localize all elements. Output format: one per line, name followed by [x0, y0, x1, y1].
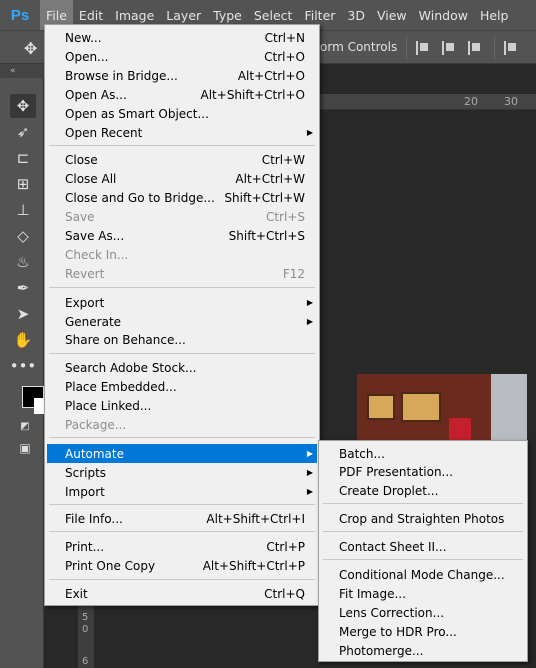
- horizontal-ruler: 20 30: [320, 94, 536, 110]
- menu-separator: [49, 504, 315, 505]
- align-top-icon[interactable]: [416, 41, 432, 55]
- file-menu-item-scripts[interactable]: Scripts ▶: [47, 463, 317, 482]
- automate-item-create-droplet[interactable]: Create Droplet...: [321, 481, 525, 500]
- image-window: [401, 392, 441, 422]
- submenu-arrow-icon: ▶: [306, 449, 313, 458]
- file-menu-item-save-as[interactable]: Save As... Shift+Ctrl+S: [47, 226, 317, 245]
- file-menu-item-close-all[interactable]: Close All Alt+Ctrl+W: [47, 169, 317, 188]
- more-tools-icon[interactable]: •••: [10, 354, 37, 378]
- file-menu-item-open[interactable]: Open... Ctrl+O: [47, 47, 317, 66]
- file-menu-item-save[interactable]: Save Ctrl+S: [47, 207, 317, 226]
- file-menu-item-browse-in-bridge[interactable]: Browse in Bridge... Alt+Ctrl+O: [47, 66, 317, 85]
- file-menu-item-package[interactable]: Package...: [47, 415, 317, 434]
- file-menu-item-search-adobe-stock[interactable]: Search Adobe Stock...: [47, 358, 317, 377]
- menu-3d[interactable]: 3D: [341, 0, 371, 30]
- align-bottom-icon[interactable]: [468, 41, 484, 55]
- automate-item-photomerge[interactable]: Photomerge...: [321, 641, 525, 660]
- automate-item-merge-to-hdr-pro[interactable]: Merge to HDR Pro...: [321, 622, 525, 641]
- eraser-tool-icon[interactable]: ◇: [10, 224, 36, 248]
- file-menu-item-open-recent[interactable]: Open Recent ▶: [47, 123, 317, 142]
- file-menu-item-revert[interactable]: Revert F12: [47, 264, 317, 283]
- show-transform-controls-label[interactable]: orm Controls: [320, 40, 397, 54]
- ruler-tick-label: 20: [464, 95, 478, 108]
- file-menu-item-open-as-smart-object[interactable]: Open as Smart Object...: [47, 104, 317, 123]
- file-menu-item-automate[interactable]: Automate ▶: [47, 444, 317, 463]
- submenu-arrow-icon: ▶: [306, 298, 313, 307]
- menu-window[interactable]: Window: [413, 0, 474, 30]
- file-menu-item-file-info[interactable]: File Info... Alt+Shift+Ctrl+I: [47, 509, 317, 528]
- pen-tool-icon[interactable]: ✒: [10, 276, 36, 300]
- file-menu-item-place-linked[interactable]: Place Linked...: [47, 396, 317, 415]
- ruler-tick-label: 0: [82, 624, 89, 635]
- image-window: [367, 394, 395, 420]
- move-tool-preset-icon[interactable]: ✥: [24, 39, 37, 58]
- ruler-tick-label: 5: [82, 612, 89, 623]
- automate-item-contact-sheet[interactable]: Contact Sheet II...: [321, 537, 525, 556]
- submenu-arrow-icon: ▶: [306, 468, 313, 477]
- quick-mask-icon[interactable]: ▣: [12, 436, 38, 460]
- menu-separator: [323, 559, 523, 560]
- ruler-tick-label: 6: [82, 656, 89, 667]
- menu-view[interactable]: View: [371, 0, 413, 30]
- automate-item-crop-and-straighten[interactable]: Crop and Straighten Photos: [321, 509, 525, 528]
- path-selection-tool-icon[interactable]: ➤: [10, 302, 36, 326]
- background-color-swatch[interactable]: [34, 398, 44, 414]
- file-menu-item-import[interactable]: Import ▶: [47, 482, 317, 501]
- align-middle-icon[interactable]: [442, 41, 458, 55]
- file-menu-item-place-embedded[interactable]: Place Embedded...: [47, 377, 317, 396]
- panel-collapse-strip[interactable]: «: [0, 64, 44, 78]
- file-menu-item-close-and-go-to-bridge[interactable]: Close and Go to Bridge... Shift+Ctrl+W: [47, 188, 317, 207]
- file-menu-item-share-on-behance[interactable]: Share on Behance...: [47, 330, 317, 349]
- default-colors-icon[interactable]: ◩: [12, 414, 38, 438]
- menu-separator: [49, 531, 315, 532]
- file-menu-item-export[interactable]: Export ▶: [47, 293, 317, 312]
- submenu-arrow-icon: ▶: [306, 487, 313, 496]
- lasso-tool-icon[interactable]: ➶: [10, 120, 36, 144]
- menu-separator: [323, 531, 523, 532]
- vertical-ruler: 5 0 6: [78, 600, 94, 668]
- automate-submenu: Batch... PDF Presentation... Create Drop…: [318, 440, 528, 662]
- file-menu-item-generate[interactable]: Generate ▶: [47, 312, 317, 331]
- menu-separator: [49, 287, 315, 288]
- automate-item-batch[interactable]: Batch...: [321, 444, 525, 463]
- divider: [406, 37, 407, 59]
- automate-item-fit-image[interactable]: Fit Image...: [321, 584, 525, 603]
- menu-separator: [49, 353, 315, 354]
- submenu-arrow-icon: ▶: [306, 317, 313, 326]
- automate-item-conditional-mode-change[interactable]: Conditional Mode Change...: [321, 565, 525, 584]
- move-tool-icon[interactable]: ✥: [10, 94, 36, 118]
- menu-separator: [49, 437, 315, 438]
- frame-tool-icon[interactable]: ⊞: [10, 172, 36, 196]
- menu-help[interactable]: Help: [474, 0, 515, 30]
- file-menu-item-exit[interactable]: Exit Ctrl+Q: [47, 584, 317, 603]
- document-image[interactable]: [357, 374, 527, 444]
- stamp-tool-icon[interactable]: ⊥: [10, 198, 36, 222]
- file-menu-item-new[interactable]: New... Ctrl+N: [47, 28, 317, 47]
- automate-item-lens-correction[interactable]: Lens Correction...: [321, 603, 525, 622]
- menu-separator: [323, 503, 523, 504]
- automate-item-pdf-presentation[interactable]: PDF Presentation...: [321, 462, 525, 481]
- ruler-tick-label: 30: [504, 95, 518, 108]
- image-sky: [491, 374, 527, 444]
- file-menu-item-close[interactable]: Close Ctrl+W: [47, 150, 317, 169]
- file-menu: New... Ctrl+N Open... Ctrl+O Browse in Bri…: [44, 24, 320, 606]
- divider: [494, 37, 495, 59]
- file-menu-item-print-one-copy[interactable]: Print One Copy Alt+Shift+Ctrl+P: [47, 556, 317, 575]
- file-menu-item-print[interactable]: Print... Ctrl+P: [47, 537, 317, 556]
- smudge-tool-icon[interactable]: ♨: [10, 250, 36, 274]
- align-left-icon[interactable]: [504, 41, 520, 55]
- photoshop-logo: Ps: [10, 6, 30, 24]
- submenu-arrow-icon: ▶: [306, 128, 313, 137]
- hand-tool-icon[interactable]: ✋: [10, 328, 36, 352]
- menu-separator: [49, 145, 315, 146]
- menu-separator: [49, 579, 315, 580]
- file-menu-item-check-in[interactable]: Check In...: [47, 245, 317, 264]
- toolbox: ✥ ➶ ⊏ ⊞ ⊥ ◇ ♨ ✒ ➤ ✋ ••• ◩ ▣: [0, 78, 44, 668]
- file-menu-item-open-as[interactable]: Open As... Alt+Shift+Ctrl+O: [47, 85, 317, 104]
- crop-tool-icon[interactable]: ⊏: [10, 146, 36, 170]
